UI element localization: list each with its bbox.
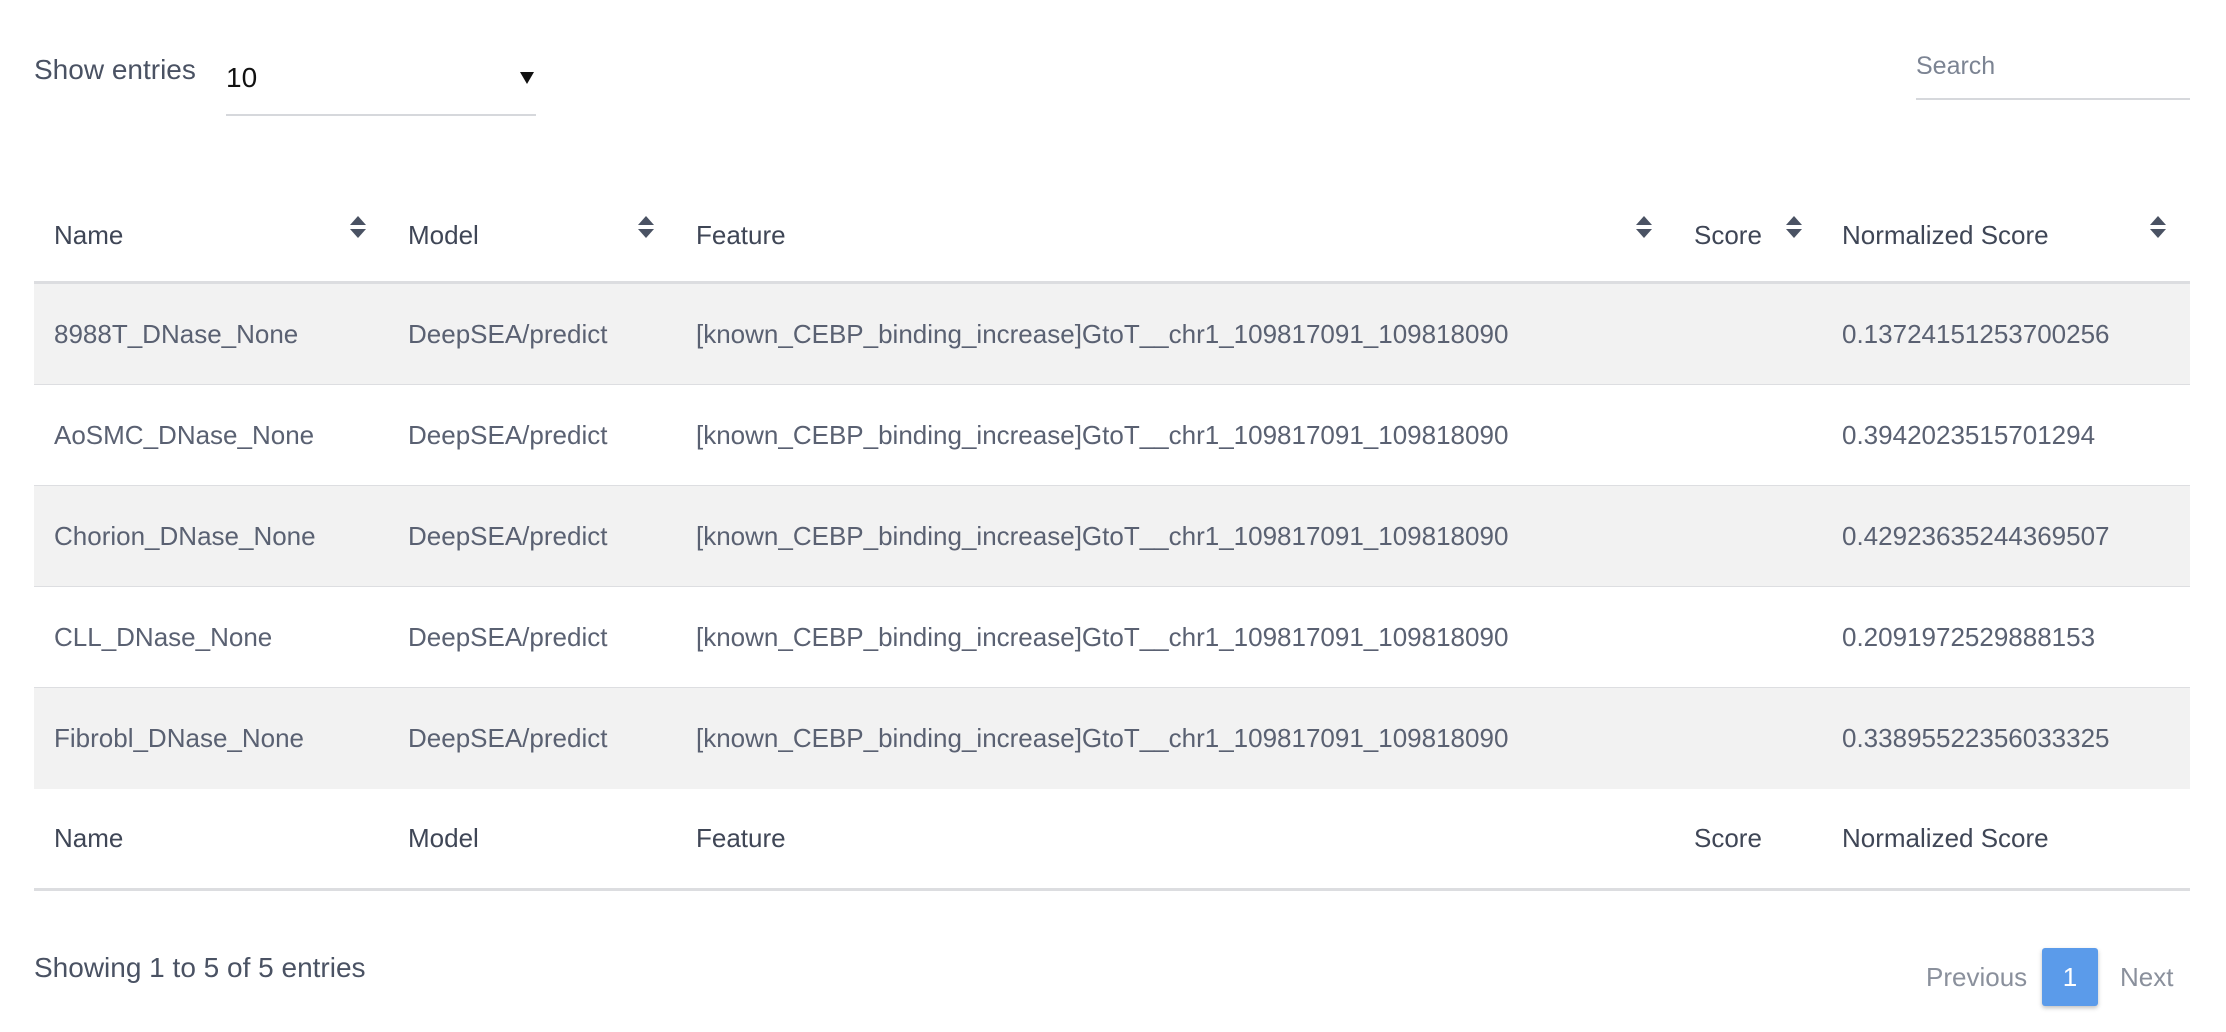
cell-model: DeepSEA/predict: [408, 723, 608, 753]
table-row: 8988T_DNase_None DeepSEA/predict [known_…: [34, 284, 2190, 385]
cell-model: DeepSEA/predict: [408, 520, 608, 551]
cell-name: AoSMC_DNase_None: [54, 419, 315, 450]
cell-normalized-score: 0.13724151253700256: [1842, 318, 2110, 349]
table-info: Showing 1 to 5 of 5 entries: [34, 952, 366, 983]
previous-page-button[interactable]: Previous: [1926, 962, 2027, 993]
cell-model: DeepSEA/predict: [408, 419, 608, 450]
column-header-model[interactable]: Model: [408, 190, 479, 281]
search-input[interactable]: [1916, 44, 2188, 88]
entries-per-page-select[interactable]: 10: [226, 50, 536, 116]
cell-normalized-score: 0.42923635244369507: [1842, 520, 2110, 551]
sort-icon[interactable]: [638, 216, 654, 242]
show-entries-label: Show entries: [34, 54, 196, 85]
cell-feature: [known_CEBP_binding_increase]GtoT__chr1_…: [696, 419, 1509, 450]
sort-icon[interactable]: [2150, 216, 2166, 242]
footer-label-feature: Feature: [696, 823, 786, 853]
table-row: Chorion_DNase_None DeepSEA/predict [know…: [34, 486, 2190, 587]
dropdown-caret-icon: [520, 72, 534, 84]
sort-icon[interactable]: [350, 216, 366, 242]
sort-icon[interactable]: [1786, 216, 1802, 242]
table-row: Fibrobl_DNase_None DeepSEA/predict [know…: [34, 688, 2190, 789]
cell-name: CLL_DNase_None: [54, 621, 273, 652]
datatable-page: Show entries 10 Name Model Feature Score…: [0, 0, 2226, 1032]
cell-model: DeepSEA/predict: [408, 621, 608, 652]
cell-model: DeepSEA/predict: [408, 318, 608, 349]
cell-feature: [known_CEBP_binding_increase]GtoT__chr1_…: [696, 621, 1509, 652]
entries-per-page-value: 10: [226, 62, 258, 93]
column-header-feature[interactable]: Feature: [696, 190, 786, 281]
cell-normalized-score: 0.33895522356033325: [1842, 723, 2110, 753]
next-page-button[interactable]: Next: [2120, 962, 2173, 993]
footer-label-score: Score: [1694, 823, 1762, 853]
cell-normalized-score: 0.2091972529888153: [1842, 621, 2096, 652]
cell-feature: [known_CEBP_binding_increase]GtoT__chr1_…: [696, 723, 1509, 753]
footer-label-model: Model: [408, 823, 479, 853]
cell-name: 8988T_DNase_None: [54, 318, 299, 349]
cell-name: Chorion_DNase_None: [54, 520, 316, 551]
page-1-button[interactable]: 1: [2042, 948, 2098, 1006]
sort-icon[interactable]: [1636, 216, 1652, 242]
cell-name: Fibrobl_DNase_None: [54, 723, 305, 753]
column-header-normalized-score[interactable]: Normalized Score: [1842, 190, 2049, 281]
table-header: Name Model Feature Score Normalized Scor…: [34, 190, 2190, 284]
search-box: [1916, 36, 2190, 100]
column-header-score[interactable]: Score: [1694, 190, 1762, 281]
table-row: CLL_DNase_None DeepSEA/predict [known_CE…: [34, 587, 2190, 688]
footer-label-normalized-score: Normalized Score: [1842, 823, 2049, 853]
table-row: AoSMC_DNase_None DeepSEA/predict [known_…: [34, 385, 2190, 486]
cell-feature: [known_CEBP_binding_increase]GtoT__chr1_…: [696, 520, 1509, 551]
column-header-name[interactable]: Name: [54, 190, 123, 281]
footer-label-name: Name: [54, 823, 124, 853]
table-footer: Name Model Feature Score Normalized Scor…: [34, 789, 2190, 891]
results-table: Name Model Feature Score Normalized Scor…: [34, 190, 2190, 891]
cell-feature: [known_CEBP_binding_increase]GtoT__chr1_…: [696, 318, 1509, 349]
cell-normalized-score: 0.3942023515701294: [1842, 419, 2096, 450]
